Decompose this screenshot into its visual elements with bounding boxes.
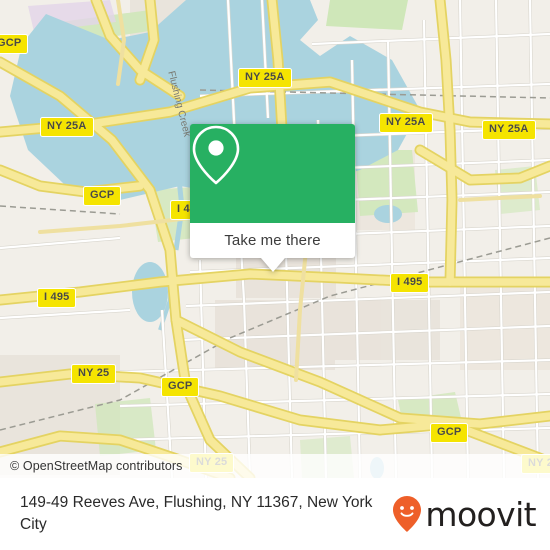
popup-icon-panel xyxy=(190,124,355,223)
popup-action-panel[interactable]: Take me there xyxy=(190,223,355,258)
road-shield-ny-25a[interactable]: NY 25A xyxy=(238,68,292,88)
road-shield-gcp[interactable]: GCP xyxy=(161,377,200,397)
moovit-logo[interactable]: moovit xyxy=(392,495,550,533)
moovit-pin-smile-icon xyxy=(392,495,422,533)
location-popup-card[interactable]: Take me there xyxy=(190,124,355,272)
road-shield-gcp[interactable]: GCP xyxy=(430,423,469,443)
road-shield-gcp[interactable]: GCP xyxy=(0,34,29,54)
map-attribution[interactable]: © OpenStreetMap contributors xyxy=(0,454,550,478)
road-shield-ny-25[interactable]: NY 25 xyxy=(71,364,117,384)
moovit-wordmark: moovit xyxy=(425,494,536,534)
road-shield-i-495[interactable]: I 495 xyxy=(37,288,77,308)
address-text: 149-49 Reeves Ave, Flushing, NY 11367, N… xyxy=(20,494,373,533)
popup-tail-pointer xyxy=(260,258,285,272)
attribution-text: © OpenStreetMap contributors xyxy=(10,459,183,473)
map-screenshot: Flushing Creek GCP NY 25A NY 25A NY 25A … xyxy=(0,0,550,550)
footer-bar: 149-49 Reeves Ave, Flushing, NY 11367, N… xyxy=(0,478,550,550)
take-me-there-label: Take me there xyxy=(224,232,321,249)
road-shield-ny-25a[interactable]: NY 25A xyxy=(40,117,94,137)
road-shield-i-495[interactable]: I 495 xyxy=(390,273,430,293)
road-shield-ny-25a[interactable]: NY 25A xyxy=(379,113,433,133)
road-shield-ny-25a[interactable]: NY 25A xyxy=(482,120,536,140)
road-shield-gcp[interactable]: GCP xyxy=(83,186,122,206)
map-canvas[interactable]: Flushing Creek GCP NY 25A NY 25A NY 25A … xyxy=(0,0,550,478)
